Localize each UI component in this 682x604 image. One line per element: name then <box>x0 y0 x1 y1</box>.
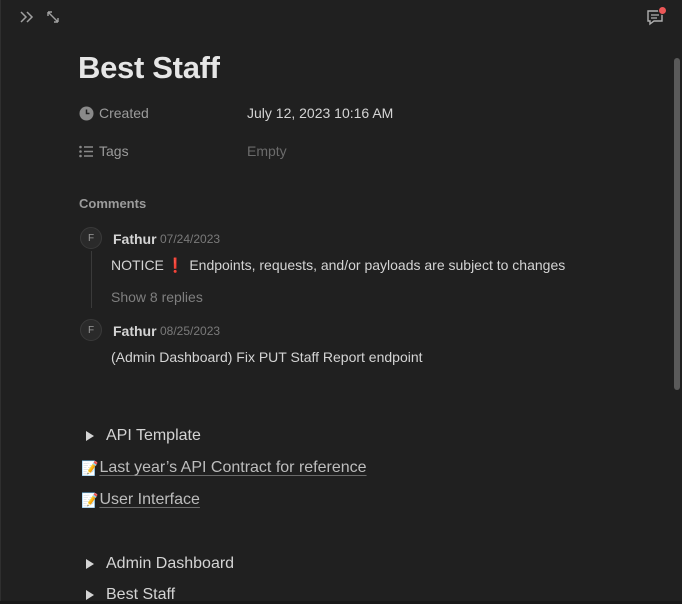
side-peek-panel: Best Staff Created July 12, 2023 10:16 A… <box>0 0 682 604</box>
memo-icon: 📝 <box>81 459 99 476</box>
page-link-label[interactable]: Last year’s API Contract for reference <box>99 459 366 477</box>
page-title[interactable]: Best Staff <box>78 50 220 86</box>
page-link-user-interface[interactable]: 📝 User Interface <box>81 491 200 509</box>
avatar: F <box>80 319 102 341</box>
exclamation-icon: ❗ <box>166 257 185 273</box>
notification-dot <box>658 6 667 15</box>
comment-date: 07/24/2023 <box>160 232 221 246</box>
toggle-best-staff[interactable]: Best Staff <box>78 586 175 604</box>
page-link-api-contract[interactable]: 📝 Last year’s API Contract for reference <box>81 459 367 477</box>
toggle-triangle-icon[interactable] <box>86 590 94 600</box>
comment-prefix: NOTICE <box>111 257 164 273</box>
toggle-triangle-icon[interactable] <box>86 431 94 441</box>
toggle-label: Admin Dashboard <box>106 555 235 572</box>
property-created[interactable]: Created July 12, 2023 10:16 AM <box>79 102 599 124</box>
property-value-empty[interactable]: Empty <box>247 143 287 159</box>
show-replies-button[interactable]: Show 8 replies <box>111 289 203 305</box>
avatar: F <box>80 227 102 249</box>
close-side-peek-icon[interactable] <box>17 8 37 26</box>
thread-line <box>91 251 92 308</box>
property-name: Created <box>99 105 149 121</box>
comment-author[interactable]: Fathur <box>113 323 157 339</box>
memo-icon: 📝 <box>81 491 99 508</box>
comments-icon[interactable] <box>645 6 667 26</box>
property-name: Tags <box>99 143 129 159</box>
expand-icon[interactable] <box>44 8 62 26</box>
comments-heading: Comments <box>79 196 147 211</box>
property-value: July 12, 2023 10:16 AM <box>247 105 394 121</box>
toggle-label: API Template <box>106 427 201 444</box>
comment-date: 08/25/2023 <box>160 324 221 338</box>
toggle-triangle-icon[interactable] <box>86 559 94 569</box>
comment-body: (Admin Dashboard) Fix PUT Staff Report e… <box>111 349 423 365</box>
toggle-admin-dashboard[interactable]: Admin Dashboard <box>78 555 234 573</box>
top-bar <box>1 0 682 34</box>
property-tags[interactable]: Tags Empty <box>79 140 599 162</box>
toggle-api-template[interactable]: API Template <box>78 427 201 445</box>
comment-author[interactable]: Fathur <box>113 231 157 247</box>
page-link-label[interactable]: User Interface <box>99 491 199 509</box>
toggle-label: Best Staff <box>106 586 176 603</box>
clock-icon <box>79 106 94 120</box>
comment-body: NOTICE ❗ Endpoints, requests, and/or paylo… <box>111 257 565 274</box>
scrollbar[interactable] <box>674 58 680 390</box>
list-icon <box>79 145 93 157</box>
comment-text: Endpoints, requests, and/or payloads are… <box>189 257 566 273</box>
